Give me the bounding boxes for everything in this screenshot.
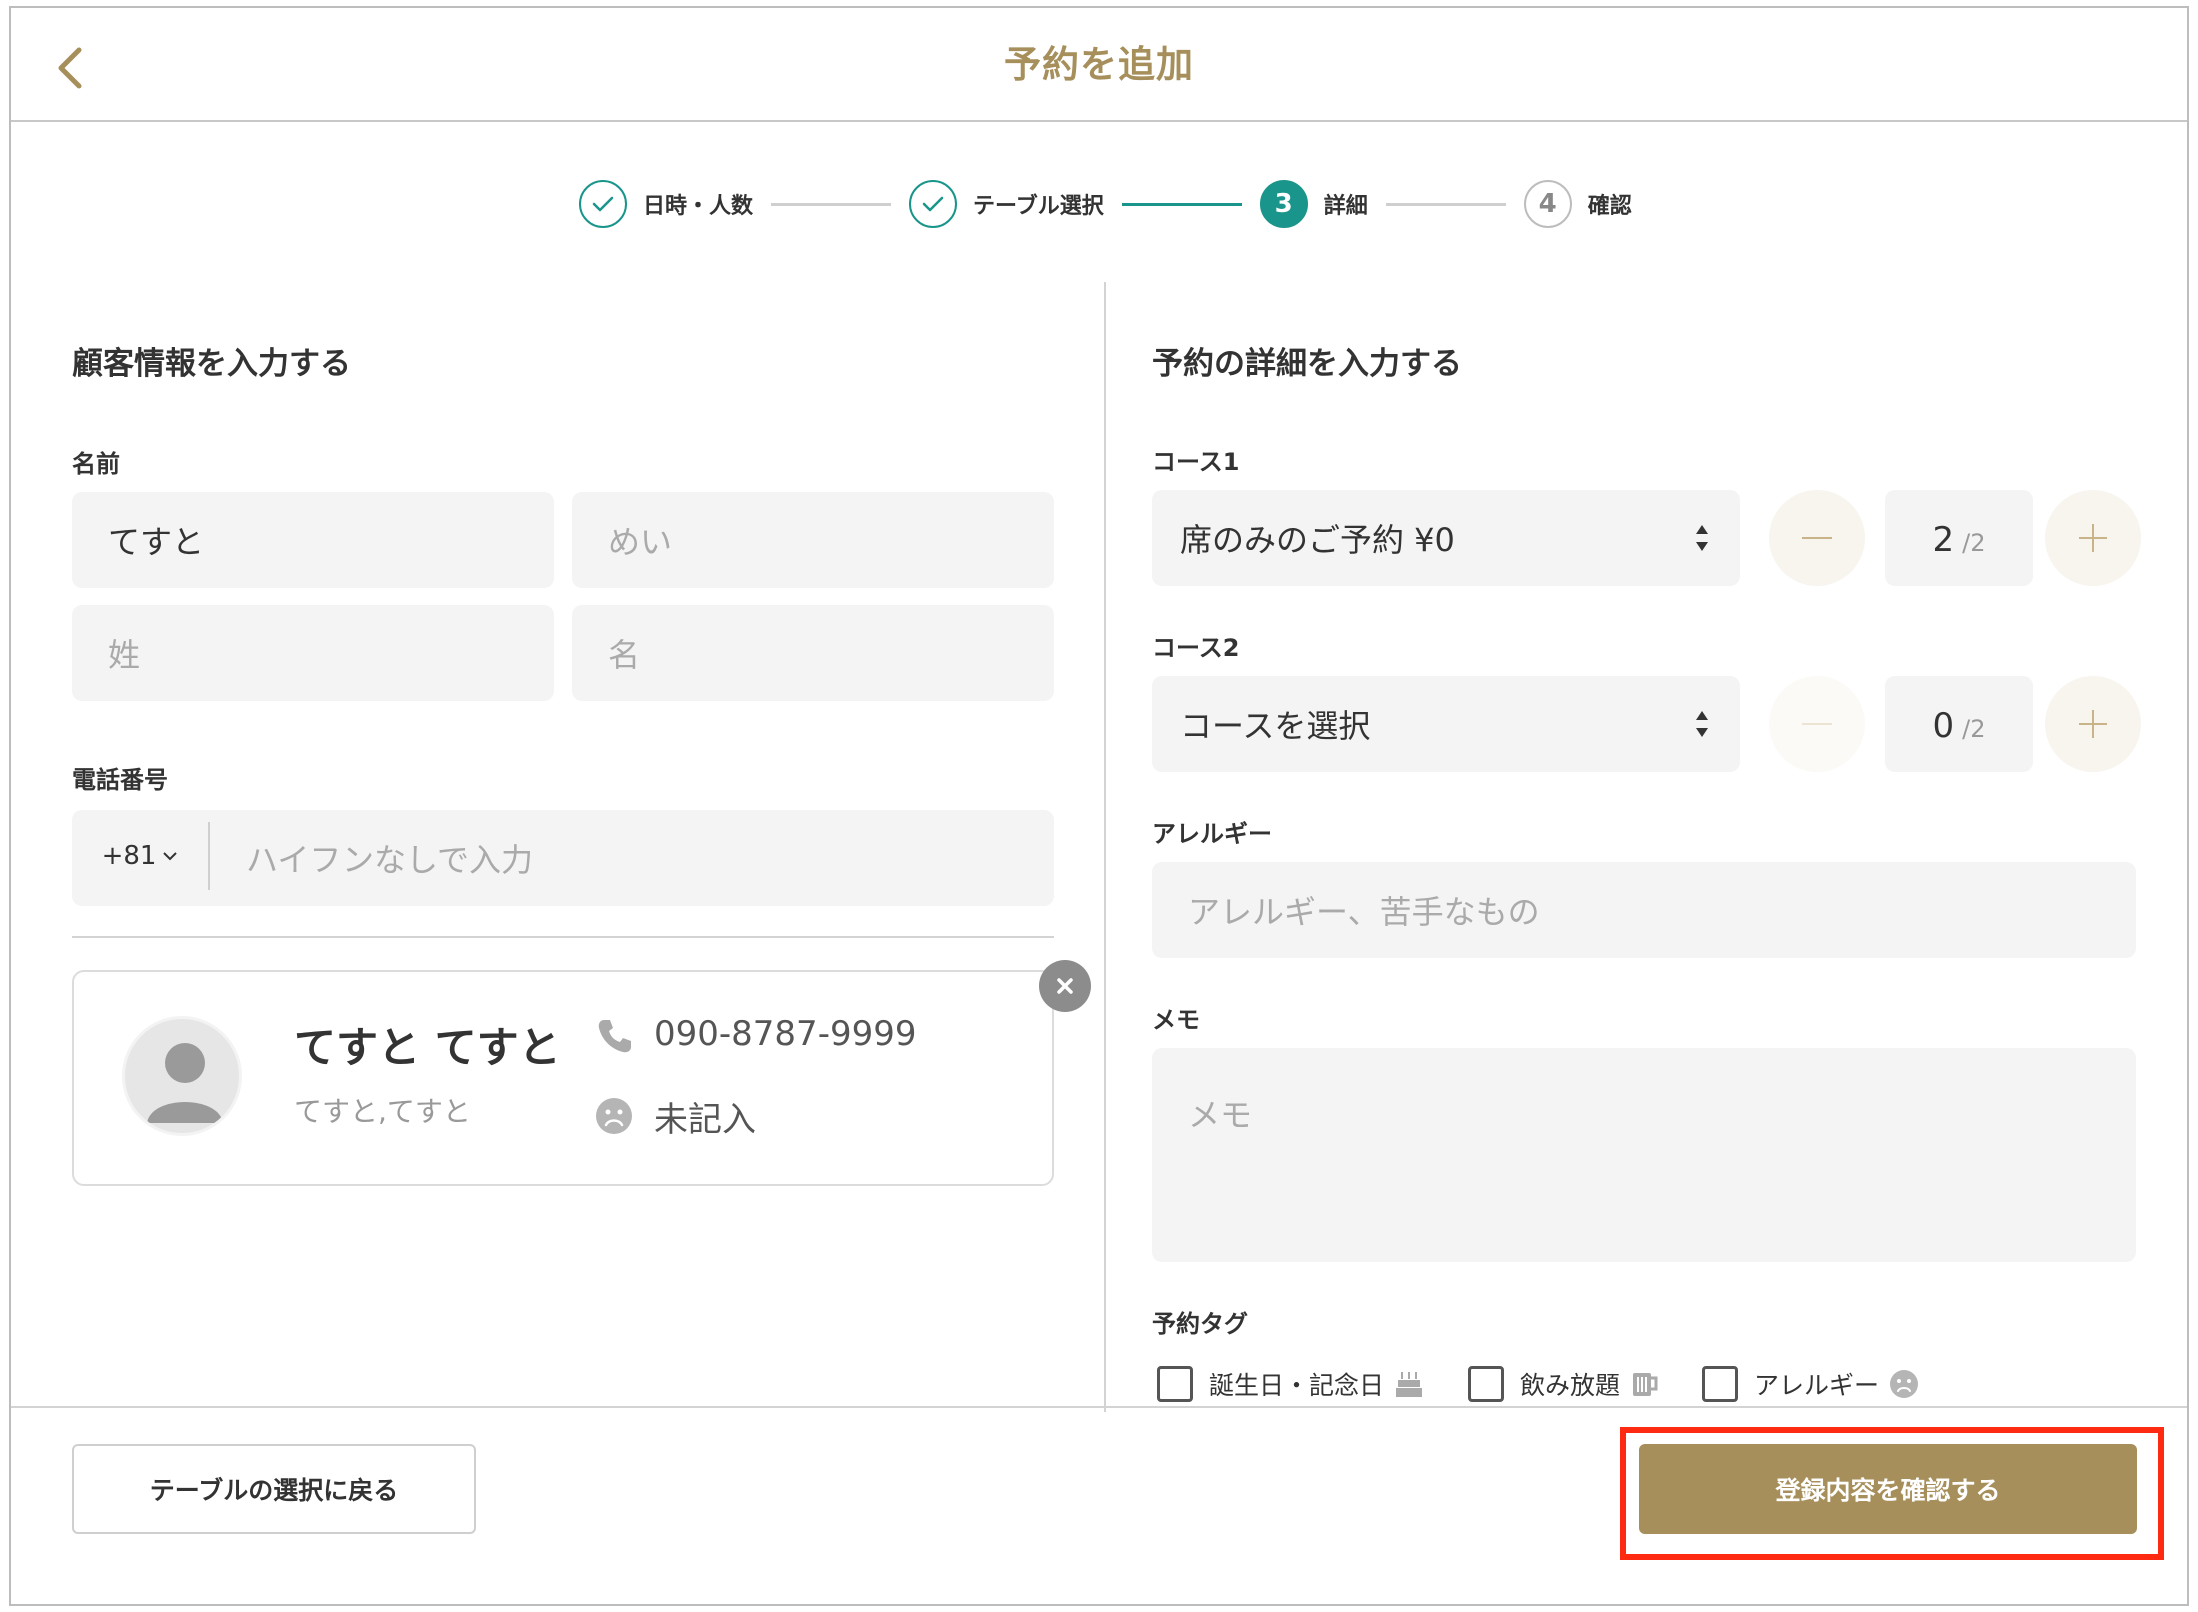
course1-label: コース1	[1152, 448, 1240, 476]
minus-icon	[1802, 537, 1832, 539]
course1-quantity[interactable]: 2 /2	[1885, 490, 2033, 586]
customer-status: 未記入	[654, 1100, 756, 1140]
customer-name: てすと てすと	[294, 1023, 561, 1072]
allergy-label: アレルギー	[1152, 820, 1272, 848]
section-divider	[72, 936, 1054, 938]
step-2-label: テーブル選択	[973, 194, 1104, 219]
name-label: 名前	[72, 450, 120, 478]
course2-plus-button[interactable]	[2045, 676, 2141, 772]
header: 予約を追加	[11, 8, 2187, 122]
course1-quantity-value: 2	[1932, 520, 1955, 560]
sad-face-icon	[1890, 1370, 1919, 1398]
tag-birthday[interactable]: 誕生日・記念日	[1157, 1364, 1424, 1404]
step-4-label: 確認	[1587, 194, 1632, 219]
step-3-number: 3	[1259, 180, 1308, 228]
step-connector	[1385, 202, 1506, 206]
plus-icon	[2079, 524, 2107, 552]
customer-phone: 090-8787-9999	[654, 1014, 917, 1054]
column-divider	[1104, 282, 1106, 1412]
user-icon	[147, 1043, 223, 1123]
step-3-label: 詳細	[1323, 194, 1368, 219]
tag-allergy[interactable]: アレルギー	[1702, 1364, 1919, 1404]
course2-label: コース2	[1152, 634, 1240, 662]
avatar	[122, 1016, 242, 1136]
sort-arrows-icon	[1696, 711, 1708, 737]
sad-face-icon	[596, 1098, 632, 1134]
phone-separator	[208, 822, 210, 890]
tags-label: 予約タグ	[1152, 1310, 1248, 1338]
plus-icon	[2079, 710, 2107, 738]
tag-all-you-can-drink[interactable]: 飲み放題	[1468, 1364, 1660, 1404]
kana-last-name-input[interactable]: てすと	[72, 492, 554, 588]
confirm-button[interactable]: 登録内容を確認する	[1639, 1444, 2137, 1534]
customer-card[interactable]: てすと てすと てすと,てすと 090-8787-9999 未記入	[72, 970, 1054, 1186]
allergy-input[interactable]: アレルギー、苦手なもの	[1152, 862, 2136, 958]
last-name-input[interactable]: 姓	[72, 605, 554, 701]
tag-birthday-label: 誕生日・記念日	[1209, 1371, 1385, 1400]
course1-select[interactable]: 席のみのご予約 ¥0	[1152, 490, 1740, 586]
phone-icon	[598, 1020, 631, 1053]
phone-input[interactable]: ハイフンなしで入力	[72, 810, 1054, 906]
course1-minus-button[interactable]	[1769, 490, 1865, 586]
remove-customer-button[interactable]	[1039, 960, 1091, 1012]
course2-selected: コースを選択	[1180, 707, 1371, 745]
progress-stepper: 日時・人数 テーブル選択 3 詳細 4 確認	[579, 178, 1632, 230]
customer-kana: てすと,てすと	[294, 1095, 471, 1128]
minus-icon	[1802, 723, 1832, 725]
step-2-check-icon	[909, 180, 958, 228]
kana-first-name-input[interactable]: めい	[572, 492, 1054, 588]
app-window: 予約を追加 日時・人数 テーブル選択 3 詳細 4 確認 顧客情報を入力する 名…	[9, 6, 2189, 1606]
memo-textarea[interactable]: メモ	[1152, 1048, 2136, 1262]
tag-drink-label: 飲み放題	[1520, 1371, 1621, 1400]
tag-allergy-label: アレルギー	[1754, 1371, 1880, 1400]
footer-divider	[11, 1406, 2187, 1408]
back-button[interactable]	[45, 38, 95, 98]
beer-mug-icon	[1633, 1373, 1658, 1396]
course1-quantity-max: /2	[1962, 529, 1986, 557]
step-1-label: 日時・人数	[643, 194, 754, 219]
first-name-input[interactable]: 名	[572, 605, 1054, 701]
cake-icon	[1396, 1372, 1423, 1397]
phone-label: 電話番号	[72, 766, 168, 794]
step-1-check-icon	[579, 180, 627, 228]
back-to-table-button[interactable]: テーブルの選択に戻る	[72, 1444, 476, 1534]
tag-drink-checkbox[interactable]	[1468, 1366, 1504, 1402]
customer-section-title: 顧客情報を入力する	[72, 346, 351, 382]
country-code-select[interactable]: +81	[72, 810, 208, 902]
step-4-number: 4	[1523, 180, 1572, 228]
course2-quantity[interactable]: 0 /2	[1885, 676, 2033, 772]
page-title: 予約を追加	[1004, 43, 1194, 86]
sort-arrows-icon	[1696, 525, 1708, 551]
course2-minus-button[interactable]	[1769, 676, 1865, 772]
step-connector	[771, 202, 892, 206]
tag-allergy-checkbox[interactable]	[1702, 1366, 1738, 1402]
tag-birthday-checkbox[interactable]	[1157, 1366, 1193, 1402]
course2-quantity-value: 0	[1932, 706, 1955, 746]
chevron-left-icon	[58, 47, 82, 89]
step-connector-active	[1121, 202, 1242, 206]
close-icon	[1057, 978, 1073, 994]
country-code-value: +81	[101, 841, 157, 871]
memo-label: メモ	[1152, 1006, 1200, 1034]
course2-quantity-max: /2	[1962, 715, 1986, 743]
course1-selected: 席のみのご予約 ¥0	[1180, 521, 1455, 559]
chevron-down-icon	[163, 852, 178, 861]
course1-plus-button[interactable]	[2045, 490, 2141, 586]
course2-select[interactable]: コースを選択	[1152, 676, 1740, 772]
reservation-section-title: 予約の詳細を入力する	[1152, 346, 1462, 382]
